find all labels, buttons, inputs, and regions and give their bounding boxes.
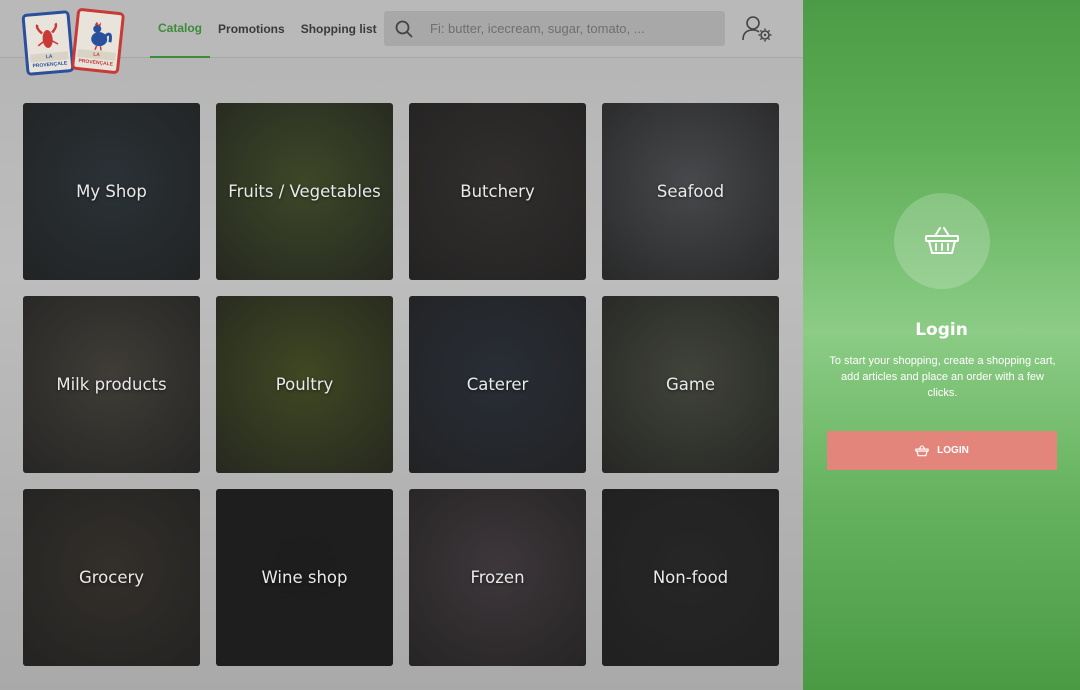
category-game[interactable]: Game (602, 296, 779, 473)
category-label: Wine shop (261, 568, 348, 587)
category-frozen[interactable]: Frozen (409, 489, 586, 666)
category-caterer[interactable]: Caterer (409, 296, 586, 473)
main-nav: Catalog Promotions Shopping list (150, 0, 385, 58)
nav-shopping-list[interactable]: Shopping list (293, 0, 385, 58)
category-label: Poultry (275, 375, 334, 394)
category-grid: My Shop Fruits / Vegetables Butchery Sea… (23, 103, 779, 666)
basket-icon (894, 193, 990, 289)
search-icon[interactable] (384, 11, 424, 46)
category-label: Seafood (656, 182, 725, 201)
logo-card-rooster: LA PROVENÇALE (70, 7, 126, 75)
login-button[interactable]: LOGIN (827, 431, 1057, 470)
login-button-label: LOGIN (937, 445, 969, 456)
logo[interactable]: LA PROVENÇALE LA PROVENÇALE (21, 7, 126, 78)
lobster-icon (35, 22, 59, 48)
category-poultry[interactable]: Poultry (216, 296, 393, 473)
search-input[interactable] (424, 11, 725, 46)
user-settings-icon[interactable] (742, 14, 774, 44)
category-label: Game (665, 375, 716, 394)
category-milk-products[interactable]: Milk products (23, 296, 200, 473)
category-label: Milk products (56, 375, 167, 394)
category-my-shop[interactable]: My Shop (23, 103, 200, 280)
login-description: To start your shopping, create a shoppin… (829, 355, 1056, 399)
nav-catalog[interactable]: Catalog (150, 0, 211, 58)
category-butchery[interactable]: Butchery (409, 103, 586, 280)
category-label: Caterer (466, 375, 529, 394)
category-seafood[interactable]: Seafood (602, 103, 779, 280)
category-wine-shop[interactable]: Wine shop (216, 489, 393, 666)
category-label: Non-food (652, 568, 729, 587)
logo-card-lobster: LA PROVENÇALE (21, 10, 75, 76)
category-label: Grocery (78, 568, 145, 587)
nav-promotions[interactable]: Promotions (210, 0, 293, 58)
category-label: My Shop (76, 182, 147, 201)
login-title: Login (915, 320, 968, 340)
category-non-food[interactable]: Non-food (602, 489, 779, 666)
category-label: Fruits / Vegetables (228, 182, 381, 201)
login-panel: Login To start your shopping, create a s… (803, 0, 1080, 690)
main-area: LA PROVENÇALE LA PROVENÇALE Catalog Prom… (0, 0, 803, 690)
header: LA PROVENÇALE LA PROVENÇALE Catalog Prom… (0, 0, 803, 76)
rooster-icon (91, 21, 113, 51)
category-grocery[interactable]: Grocery (23, 489, 200, 666)
category-fruits-vegetables[interactable]: Fruits / Vegetables (216, 103, 393, 280)
category-label: Frozen (470, 568, 525, 587)
search-bar (384, 11, 725, 46)
category-label: Butchery (460, 182, 535, 201)
basket-icon (915, 444, 929, 456)
